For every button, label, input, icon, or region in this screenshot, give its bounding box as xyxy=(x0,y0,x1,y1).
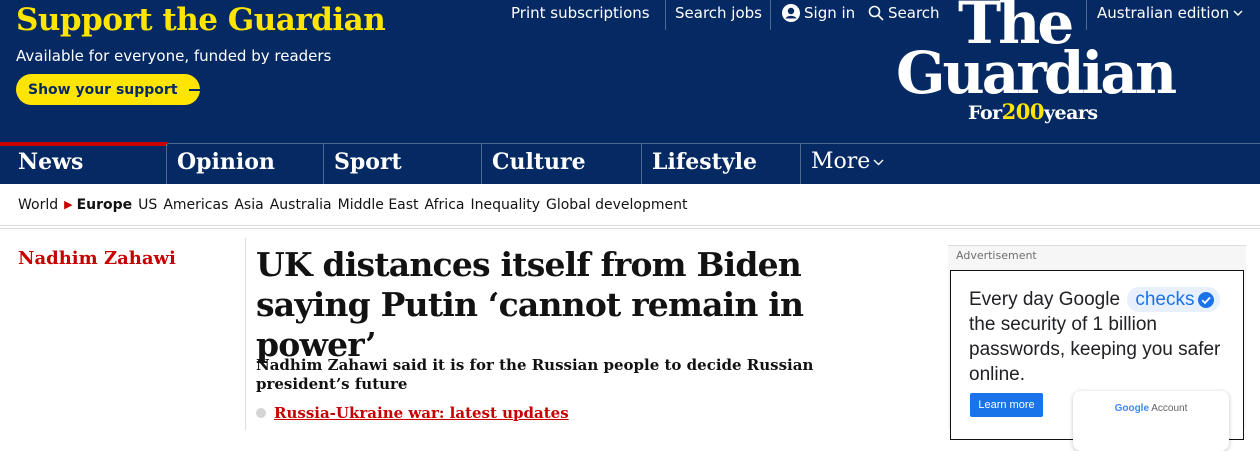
pillar-divider xyxy=(481,144,482,184)
subnav-europe[interactable]: Europe xyxy=(77,197,133,213)
logo-tag-for: For xyxy=(968,102,1002,124)
utility-divider xyxy=(665,0,666,30)
google-ad-card[interactable]: Every day Google checks the security of … xyxy=(950,270,1244,451)
subnav-americas[interactable]: Americas xyxy=(163,197,228,213)
search-jobs-link[interactable]: Search jobs xyxy=(675,4,762,22)
live-updates-label: Russia-Ukraine war: latest updates xyxy=(274,404,569,422)
arrow-right-icon xyxy=(188,82,210,97)
search-jobs-label: Search jobs xyxy=(675,4,762,22)
subnav-middle-east[interactable]: Middle East xyxy=(338,197,419,213)
account-label: Account xyxy=(1151,403,1188,414)
article-kicker[interactable]: Nadhim Zahawi xyxy=(18,248,176,269)
ad-copy-body: the security of 1 billion passwords, kee… xyxy=(969,314,1221,385)
advertisement-label: Advertisement xyxy=(956,249,1037,262)
google-account-card: Google Account xyxy=(1073,391,1229,451)
pillar-lifestyle[interactable]: Lifestyle xyxy=(652,144,757,184)
sign-in-link[interactable]: Sign in xyxy=(782,4,855,22)
check-circle-icon xyxy=(1198,291,1215,308)
column-divider xyxy=(245,238,246,430)
support-subtitle: Available for everyone, funded by reader… xyxy=(16,47,332,65)
pillar-news[interactable]: News xyxy=(0,142,170,184)
search-icon xyxy=(868,5,884,21)
subnav-asia[interactable]: Asia xyxy=(234,197,263,213)
chevron-down-icon xyxy=(873,158,884,166)
live-dot-icon xyxy=(256,408,266,418)
user-account-icon xyxy=(782,4,800,22)
print-subscriptions-label: Print subscriptions xyxy=(511,4,650,22)
learn-more-button[interactable]: Learn more xyxy=(970,393,1043,417)
subnav-inequality[interactable]: Inequality xyxy=(470,197,540,213)
subnav-global-development[interactable]: Global development xyxy=(546,197,687,213)
pillar-more[interactable]: More xyxy=(811,144,884,184)
article-headline: UK distances itself from Biden saying Pu… xyxy=(256,245,804,364)
subnav-world[interactable]: World xyxy=(18,197,58,213)
pillar-divider xyxy=(323,144,324,184)
ad-copy-intro: Every day Google xyxy=(969,289,1121,310)
subnav-australia[interactable]: Australia xyxy=(270,197,332,213)
pillar-more-label: More xyxy=(811,149,871,174)
section-divider xyxy=(0,228,1260,229)
guardian-logo[interactable]: The Guardian For200years xyxy=(896,0,1196,130)
pillar-sport[interactable]: Sport xyxy=(334,144,402,184)
logo-line-guardian: Guardian xyxy=(896,39,1177,107)
pillar-culture[interactable]: Culture xyxy=(492,144,586,184)
current-section-marker-icon: ▶ xyxy=(64,198,73,211)
subnav-us[interactable]: US xyxy=(138,197,157,213)
ad-copy: Every day Google checks the security of … xyxy=(969,287,1239,387)
subnav-africa[interactable]: Africa xyxy=(425,197,465,213)
advertisement-slot: Advertisement Every day Google checks th… xyxy=(948,245,1246,451)
article-standfirst: Nadhim Zahawi said it is for the Russian… xyxy=(256,356,814,393)
pillar-nav: News Opinion Sport Culture Lifestyle Mor… xyxy=(0,142,1260,184)
chevron-down-icon xyxy=(1233,9,1243,17)
pillar-divider xyxy=(800,144,801,184)
header-banner: Support the Guardian Available for every… xyxy=(0,0,1260,143)
pillar-opinion[interactable]: Opinion xyxy=(177,144,275,184)
logo-tag-number: 200 xyxy=(1001,99,1045,124)
utility-divider xyxy=(770,0,771,30)
section-subnav: World ▶ Europe US Americas Asia Australi… xyxy=(0,184,1260,226)
logo-tag-years: years xyxy=(1043,102,1098,124)
pillar-divider xyxy=(166,144,167,184)
logo-anniversary-tag: For200years xyxy=(968,99,1098,124)
support-title: Support the Guardian xyxy=(16,2,386,38)
print-subscriptions-link[interactable]: Print subscriptions xyxy=(511,4,650,22)
support-button-label: Show your support xyxy=(28,81,178,98)
ad-checks-label: checks xyxy=(1135,289,1195,310)
google-wordmark: Google xyxy=(1114,403,1150,414)
live-updates-link[interactable]: Russia-Ukraine war: latest updates xyxy=(256,404,569,422)
sign-in-label: Sign in xyxy=(804,4,856,22)
show-your-support-button[interactable]: Show your support xyxy=(16,74,208,105)
ad-checks-pill: checks xyxy=(1127,287,1221,312)
pillar-divider xyxy=(641,144,642,184)
